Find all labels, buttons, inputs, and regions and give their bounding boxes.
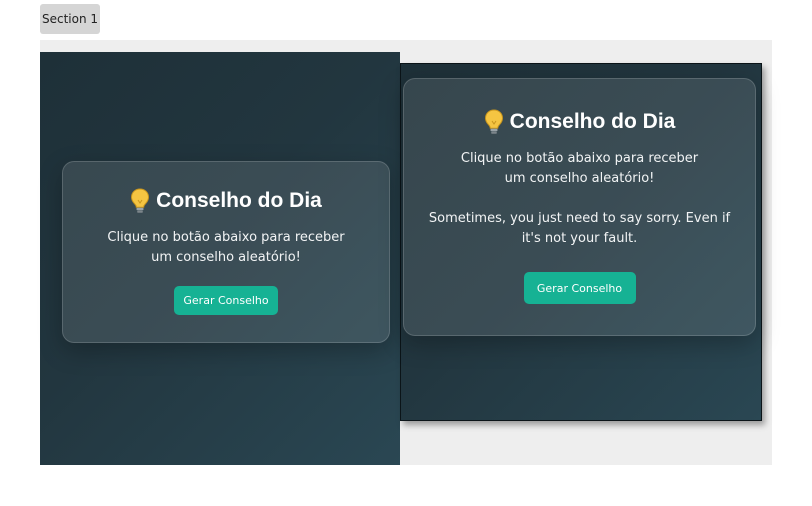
- card-title: Conselho do Dia: [130, 188, 322, 214]
- card-subtitle: Clique no botão abaixo para receber um c…: [107, 230, 345, 265]
- card-title-text: Conselho do Dia: [509, 110, 676, 133]
- section-tab[interactable]: Section 1: [40, 4, 100, 34]
- generate-advice-button[interactable]: Gerar Conselho: [523, 272, 636, 304]
- card-title: Conselho do Dia: [484, 109, 676, 135]
- card-subtitle: Clique no botão abaixo para receber um c…: [460, 151, 699, 186]
- advice-card: Conselho do Dia Clique no botão abaixo p…: [403, 78, 756, 336]
- advice-card: Conselho do Dia Clique no botão abaixo p…: [62, 161, 390, 343]
- preview-panel-right: Conselho do Dia Clique no botão abaixo p…: [400, 63, 762, 421]
- generate-advice-button[interactable]: Gerar Conselho: [174, 286, 278, 315]
- lightbulb-icon: [484, 109, 503, 134]
- lightbulb-icon: [131, 188, 150, 213]
- advice-text: Sometimes, you just need to say sorry. E…: [428, 211, 731, 246]
- preview-panel-left: Conselho do Dia Clique no botão abaixo p…: [40, 52, 400, 465]
- card-title-text: Conselho do Dia: [156, 189, 322, 212]
